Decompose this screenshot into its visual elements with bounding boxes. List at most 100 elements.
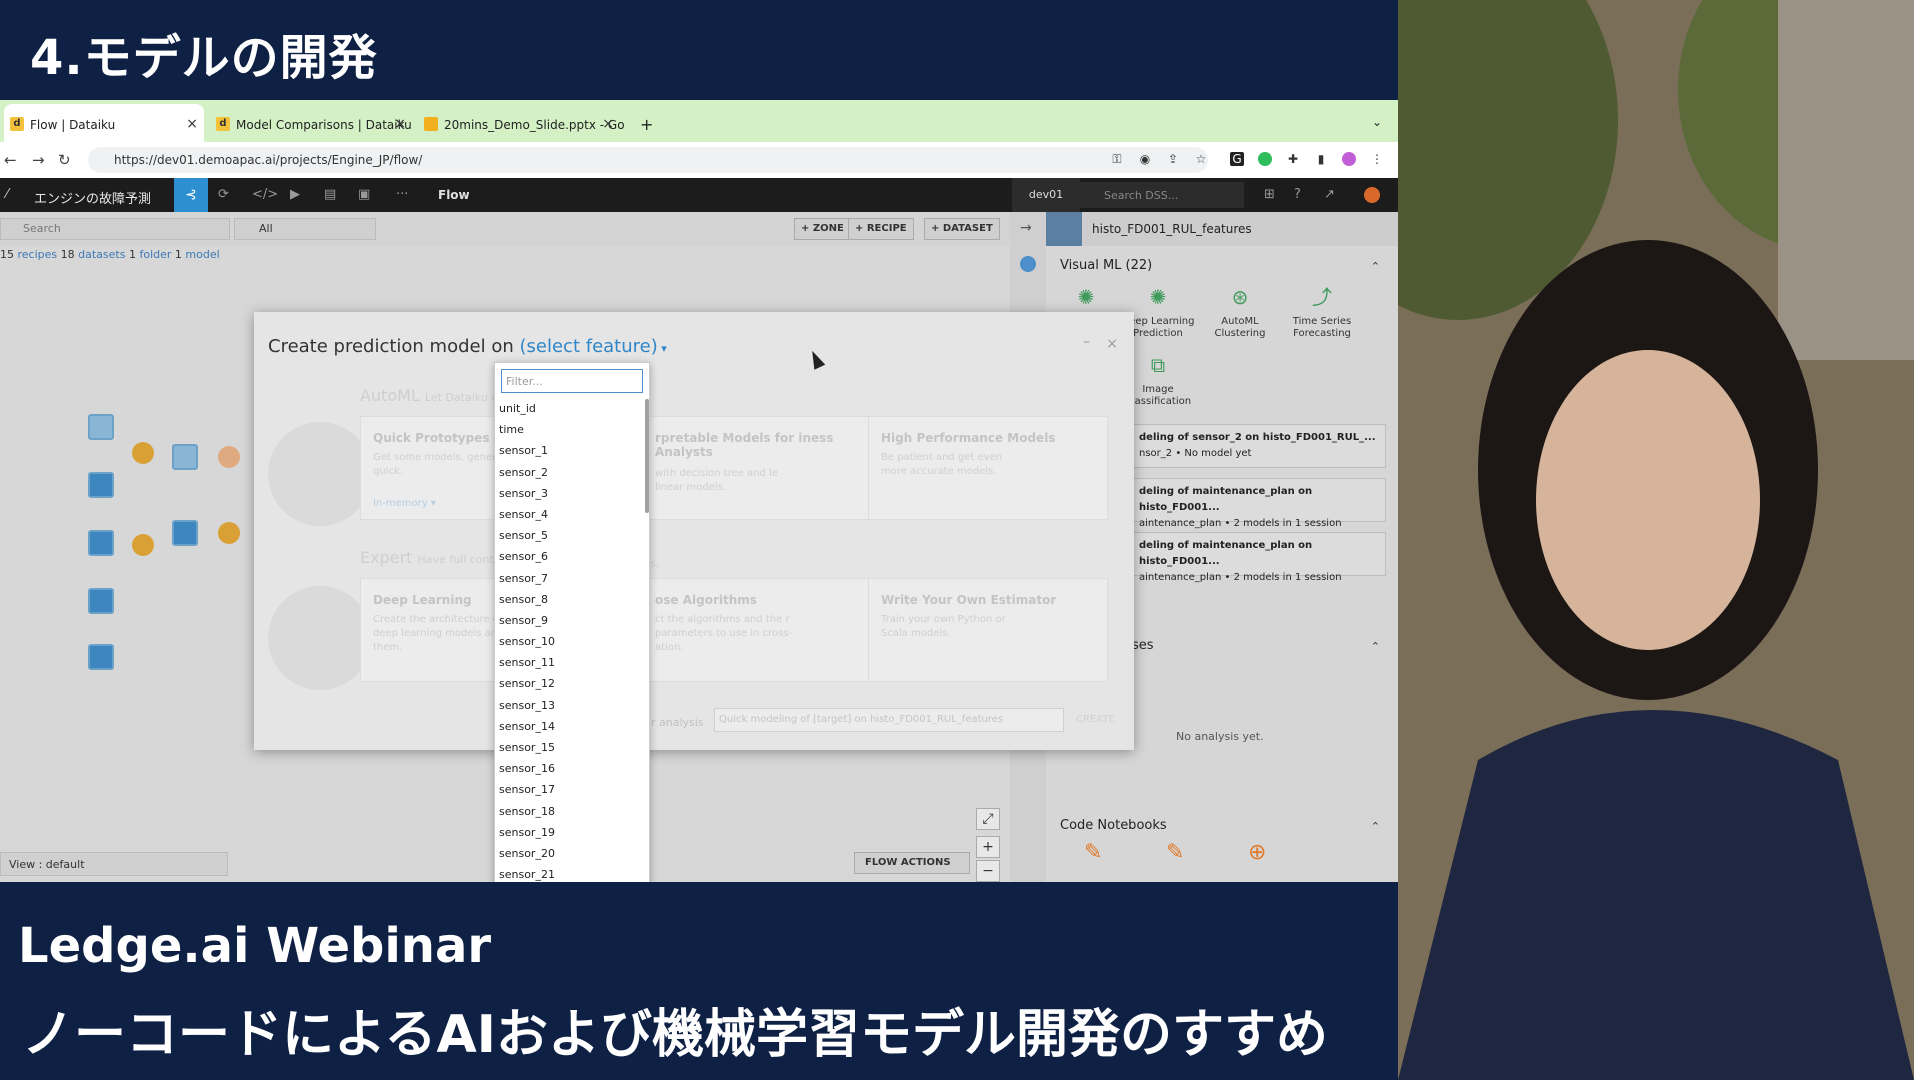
profile-avatar[interactable] xyxy=(1342,152,1356,166)
code-menu-icon[interactable]: </> xyxy=(252,187,278,202)
folder-link[interactable]: folder xyxy=(139,248,171,261)
sidebar-icon[interactable]: ▮ xyxy=(1314,152,1328,166)
feature-dropdown[interactable]: Filter... unit_id time sensor_1 sensor_2 sen… xyxy=(494,362,650,884)
collapse-chevron-icon[interactable]: ⌃ xyxy=(1371,640,1380,653)
flow-actions-button[interactable]: FLOW ACTIONS xyxy=(854,852,970,874)
dataset-node[interactable] xyxy=(88,472,114,498)
feature-option[interactable]: sensor_2 xyxy=(495,463,649,484)
dataset-node[interactable] xyxy=(172,520,198,546)
reload-icon[interactable]: ↻ xyxy=(58,151,71,169)
collapse-arrow-icon[interactable]: → xyxy=(1020,220,1032,236)
feature-option[interactable]: sensor_11 xyxy=(495,653,649,674)
back-arrow-icon[interactable]: ← xyxy=(4,151,17,169)
feature-option[interactable]: sensor_1 xyxy=(495,441,649,462)
tab-slides[interactable]: 20mins_Demo_Slide.pptx - Go × xyxy=(418,104,625,142)
url-field[interactable]: https://dev01.demoapac.ai/projects/Engin… xyxy=(88,147,1208,173)
flow-menu-icon[interactable]: ⊰ xyxy=(174,178,208,212)
model-link[interactable]: model xyxy=(185,248,219,261)
share-icon[interactable]: ⇪ xyxy=(1166,152,1180,166)
interpretable-models-card[interactable]: rpretable Models for iness Analysts with… xyxy=(642,416,882,520)
view-selector[interactable]: View : default xyxy=(0,852,228,876)
feature-option[interactable]: sensor_8 xyxy=(495,590,649,611)
recipes-link[interactable]: recipes xyxy=(18,248,58,261)
tab-flow[interactable]: d Flow | Dataiku × xyxy=(4,104,204,142)
choose-algorithms-card[interactable]: ose Algorithms ct the algorithms and the… xyxy=(642,578,882,682)
select-feature-link[interactable]: (select feature) xyxy=(520,336,658,357)
trend-icon[interactable]: ↗ xyxy=(1324,187,1335,202)
ml-item-time-series[interactable]: ⤴ Time Series Forecasting xyxy=(1282,284,1362,340)
analysis-name-input[interactable]: Quick modeling of [target] on histo_FD00… xyxy=(714,708,1064,732)
zoom-in-button[interactable]: + xyxy=(976,836,1000,858)
dataset-node[interactable] xyxy=(88,588,114,614)
kebab-menu-icon[interactable]: ⋮ xyxy=(1370,152,1384,166)
dataset-node[interactable] xyxy=(172,444,198,470)
forward-arrow-icon[interactable]: → xyxy=(32,151,45,169)
help-icon[interactable]: ? xyxy=(1294,187,1301,202)
dataiku-logo-icon[interactable]: ⁄ xyxy=(6,187,8,202)
feature-option[interactable]: sensor_14 xyxy=(495,717,649,738)
recipes-menu-icon[interactable]: ⟳ xyxy=(218,187,229,202)
feature-option[interactable]: sensor_7 xyxy=(495,569,649,590)
feature-option[interactable]: sensor_13 xyxy=(495,696,649,717)
puzzle-icon[interactable]: ✚ xyxy=(1286,152,1300,166)
key-icon[interactable]: ⚿ xyxy=(1110,152,1124,166)
feature-option[interactable]: sensor_5 xyxy=(495,526,649,547)
more-icon[interactable]: ··· xyxy=(396,187,408,202)
dataset-node[interactable] xyxy=(88,414,114,440)
analysis-card[interactable]: deling of maintenance_plan on histo_FD00… xyxy=(1132,532,1386,583)
feature-option[interactable]: sensor_15 xyxy=(495,738,649,759)
recipe-node[interactable] xyxy=(132,442,154,464)
add-dataset-button[interactable]: + DATASET xyxy=(924,218,1000,240)
close-tab-icon[interactable]: × xyxy=(186,116,198,132)
fullscreen-icon[interactable]: ⤢ xyxy=(976,808,1000,830)
dashboard-icon[interactable]: ▤ xyxy=(324,187,336,202)
minimize-icon[interactable]: – xyxy=(1083,334,1090,350)
analyses-title[interactable]: ses xyxy=(1132,638,1154,653)
project-name[interactable]: エンジンの故障予測 xyxy=(34,188,151,207)
analysis-card[interactable]: deling of maintenance_plan on histo_FD00… xyxy=(1132,478,1386,529)
create-button[interactable]: CREATE xyxy=(1076,714,1115,725)
add-recipe-button[interactable]: + RECIPE xyxy=(848,218,914,240)
close-icon[interactable]: × xyxy=(1106,336,1118,352)
notebook-edit-icon[interactable]: ✎ xyxy=(1166,840,1184,865)
feature-option[interactable]: sensor_4 xyxy=(495,505,649,526)
visual-ml-title[interactable]: Visual ML (22) xyxy=(1060,258,1152,273)
write-estimator-card[interactable]: Write Your Own Estimator Train your own … xyxy=(868,578,1108,682)
feature-option[interactable]: sensor_3 xyxy=(495,484,649,505)
wiki-icon[interactable]: ▣ xyxy=(358,187,370,202)
tab-model-comparisons[interactable]: d Model Comparisons | Dataiku × xyxy=(210,104,412,142)
feature-option[interactable]: sensor_9 xyxy=(495,611,649,632)
analysis-card[interactable]: deling of sensor_2 on histo_FD001_RUL_..… xyxy=(1132,424,1386,468)
filter-input[interactable]: Filter... xyxy=(501,369,643,393)
feature-option[interactable]: sensor_6 xyxy=(495,547,649,568)
add-circle-icon[interactable] xyxy=(1020,256,1036,272)
feature-option[interactable]: unit_id xyxy=(495,399,649,420)
notebook-edit-icon[interactable]: ✎ xyxy=(1084,840,1102,865)
user-avatar[interactable] xyxy=(1364,187,1380,203)
feature-option[interactable]: sensor_19 xyxy=(495,823,649,844)
collapse-chevron-icon[interactable]: ⌃ xyxy=(1371,260,1380,273)
dataset-node[interactable] xyxy=(88,644,114,670)
chevron-down-icon[interactable]: ▾ xyxy=(658,342,667,355)
feature-option[interactable]: time xyxy=(495,420,649,441)
add-zone-button[interactable]: + ZONE xyxy=(794,218,851,240)
flow-filter-select[interactable]: All xyxy=(234,218,376,240)
feature-option[interactable]: sensor_20 xyxy=(495,844,649,865)
close-tab-icon[interactable]: × xyxy=(394,116,406,132)
play-icon[interactable]: ▶ xyxy=(290,187,300,202)
scrollbar[interactable] xyxy=(645,399,649,513)
dataset-node[interactable] xyxy=(88,530,114,556)
instance-badge[interactable]: dev01 xyxy=(1012,178,1080,212)
apps-grid-icon[interactable]: ⊞ xyxy=(1264,187,1275,202)
high-performance-card[interactable]: High Performance Models Be patient and g… xyxy=(868,416,1108,520)
datasets-link[interactable]: datasets xyxy=(78,248,125,261)
new-tab-button[interactable]: + xyxy=(632,104,662,142)
eye-off-icon[interactable]: ◉ xyxy=(1138,152,1152,166)
collapse-chevron-icon[interactable]: ⌃ xyxy=(1371,820,1380,833)
recipe-node[interactable] xyxy=(218,446,240,468)
recipe-node[interactable] xyxy=(132,534,154,556)
flow-search-input[interactable]: Search xyxy=(0,218,230,240)
feature-option[interactable]: sensor_17 xyxy=(495,780,649,801)
upload-icon[interactable]: ⊕ xyxy=(1248,840,1266,865)
close-tab-icon[interactable]: × xyxy=(602,116,614,132)
